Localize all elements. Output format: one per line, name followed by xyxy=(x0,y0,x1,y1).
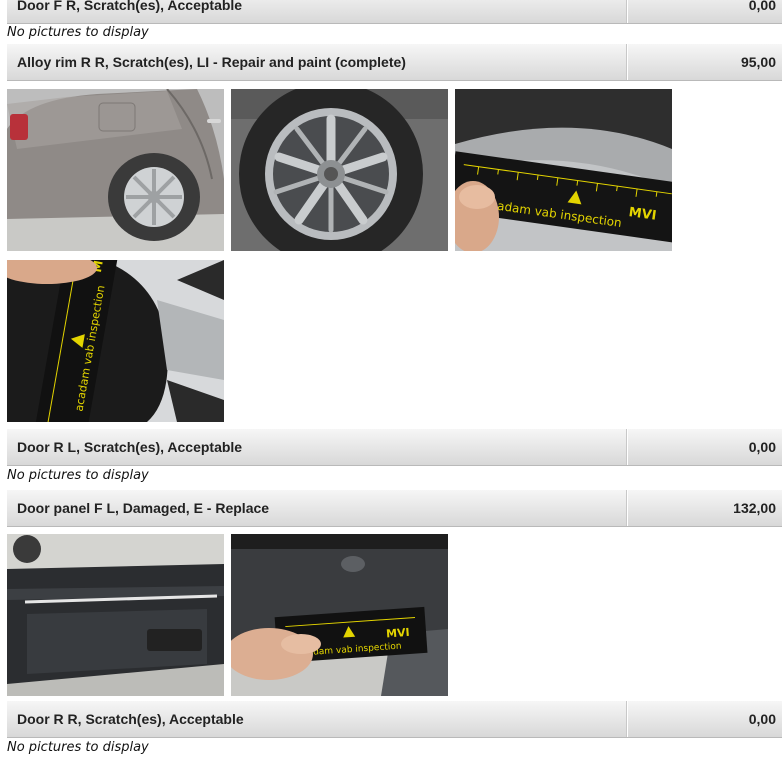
damage-photo-alloy-rim[interactable] xyxy=(231,89,448,251)
damage-photo-door-panel-measurement[interactable]: acadam vab inspection MVI xyxy=(231,534,448,696)
damage-amount: 95,00 xyxy=(740,54,776,70)
damage-row[interactable]: Door R R, Scratch(es), Acceptable 0,00 xyxy=(7,700,782,738)
damage-amount: 0,00 xyxy=(748,0,776,13)
damage-row[interactable]: Door F R, Scratch(es), Acceptable 0,00 xyxy=(7,0,782,24)
damage-description: Door panel F L, Damaged, E - Replace xyxy=(17,500,270,516)
damage-description: Door R L, Scratch(es), Acceptable xyxy=(17,439,243,455)
damage-photo-rim-measurement[interactable]: acadam vab inspection MVI xyxy=(455,89,672,251)
no-pictures-message: No pictures to display xyxy=(7,25,149,40)
damage-row[interactable]: Door R L, Scratch(es), Acceptable 0,00 xyxy=(7,428,782,466)
no-pictures-message: No pictures to display xyxy=(7,468,149,483)
damage-description: Door R R, Scratch(es), Acceptable xyxy=(17,711,244,727)
ruler-logo: MVI xyxy=(386,626,410,641)
damage-photo-car-rear-side[interactable] xyxy=(7,89,224,251)
damage-description: Alloy rim R R, Scratch(es), LI - Repair … xyxy=(17,54,406,70)
damage-row[interactable]: Door panel F L, Damaged, E - Replace 132… xyxy=(7,489,782,527)
damage-amount: 0,00 xyxy=(748,711,776,727)
row-divider xyxy=(627,490,628,526)
damage-photo-door-panel[interactable] xyxy=(7,534,224,696)
no-pictures-message: No pictures to display xyxy=(7,740,149,755)
row-divider xyxy=(627,701,628,737)
damage-row[interactable]: Alloy rim R R, Scratch(es), LI - Repair … xyxy=(7,43,782,81)
row-divider xyxy=(627,0,628,23)
damage-amount: 0,00 xyxy=(748,439,776,455)
damage-photo-rim-closeup[interactable]: acadam vab inspection MVI xyxy=(7,260,224,422)
row-divider xyxy=(627,429,628,465)
damage-description: Door F R, Scratch(es), Acceptable xyxy=(17,0,243,13)
damage-amount: 132,00 xyxy=(733,500,776,516)
row-divider xyxy=(627,44,628,80)
